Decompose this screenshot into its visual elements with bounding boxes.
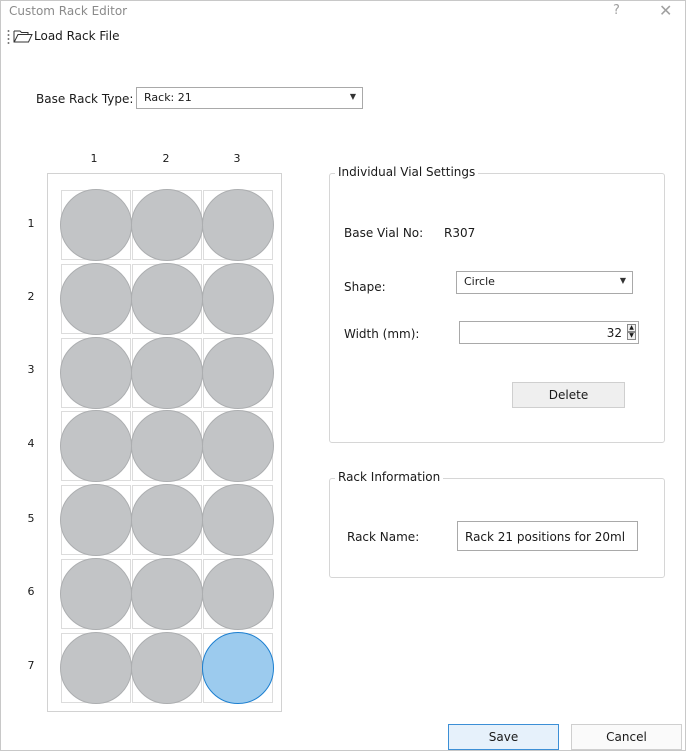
cancel-button[interactable]: Cancel bbox=[571, 724, 682, 750]
rack-name-label: Rack Name: bbox=[347, 530, 420, 544]
vial-position[interactable] bbox=[131, 262, 203, 335]
vial-position[interactable] bbox=[131, 410, 203, 483]
spin-up-icon[interactable]: ▲ bbox=[627, 324, 636, 332]
rack-information-title: Rack Information bbox=[335, 470, 444, 484]
row-header-5: 5 bbox=[27, 512, 35, 525]
save-button[interactable]: Save bbox=[448, 724, 559, 750]
rack-cell bbox=[131, 410, 203, 483]
folder-open-icon bbox=[13, 30, 33, 43]
spinner-arrows[interactable]: ▲ ▼ bbox=[627, 324, 636, 341]
vial-settings-title: Individual Vial Settings bbox=[335, 165, 479, 179]
vial-position[interactable] bbox=[202, 558, 274, 630]
row-header-7: 7 bbox=[27, 659, 35, 672]
title-bar[interactable]: Custom Rack Editor ? ✕ bbox=[1, 1, 685, 23]
close-icon[interactable]: ✕ bbox=[659, 1, 672, 20]
rack-grid bbox=[47, 173, 282, 712]
width-spinner[interactable]: 32 ▲ ▼ bbox=[459, 321, 639, 344]
base-vial-no-label: Base Vial No: bbox=[344, 226, 424, 240]
rack-cell bbox=[202, 189, 274, 261]
vial-position[interactable] bbox=[60, 189, 132, 261]
rack-cell bbox=[131, 336, 203, 409]
width-label: Width (mm): bbox=[344, 327, 420, 341]
base-rack-type-value: Rack: 21 bbox=[144, 91, 192, 104]
vial-position[interactable] bbox=[60, 262, 132, 335]
vial-position[interactable] bbox=[202, 631, 274, 704]
rack-cell bbox=[60, 631, 132, 704]
row-header-2: 2 bbox=[27, 290, 35, 303]
load-rack-file-button[interactable]: Load Rack File bbox=[13, 25, 119, 47]
rack-cell bbox=[202, 558, 274, 630]
vial-position[interactable] bbox=[60, 410, 132, 483]
vial-position[interactable] bbox=[202, 262, 274, 335]
rack-name-input[interactable]: Rack 21 positions for 20ml bbox=[457, 521, 638, 551]
width-value: 32 bbox=[606, 326, 622, 340]
base-rack-type-select[interactable]: Rack: 21 ▼ bbox=[136, 87, 363, 109]
shape-value: Circle bbox=[464, 275, 495, 288]
delete-button[interactable]: Delete bbox=[512, 382, 625, 408]
chevron-down-icon: ▼ bbox=[619, 276, 626, 285]
column-header-1: 1 bbox=[90, 152, 98, 165]
rack-cell bbox=[202, 484, 274, 557]
load-rack-file-label: Load Rack File bbox=[34, 29, 120, 43]
base-rack-type-label: Base Rack Type: bbox=[36, 92, 134, 106]
rack-editor-window: Custom Rack Editor ? ✕ Load Rack File Ba… bbox=[0, 0, 686, 751]
vial-position[interactable] bbox=[202, 189, 274, 261]
base-vial-no-value: R307 bbox=[444, 226, 476, 240]
shape-label: Shape: bbox=[344, 280, 386, 294]
spin-down-icon[interactable]: ▼ bbox=[627, 332, 636, 340]
rack-cell bbox=[60, 410, 132, 483]
rack-cell bbox=[202, 631, 274, 704]
vial-position[interactable] bbox=[131, 189, 203, 261]
row-header-1: 1 bbox=[27, 217, 35, 230]
rack-cell bbox=[60, 262, 132, 335]
window-title: Custom Rack Editor bbox=[9, 4, 128, 18]
row-header-3: 3 bbox=[27, 363, 35, 376]
toolbar: Load Rack File bbox=[5, 25, 305, 49]
vial-position[interactable] bbox=[60, 336, 132, 409]
rack-cell bbox=[202, 336, 274, 409]
vial-position[interactable] bbox=[60, 484, 132, 557]
rack-cell bbox=[202, 410, 274, 483]
vial-position[interactable] bbox=[131, 558, 203, 630]
rack-cell bbox=[202, 262, 274, 335]
vial-position[interactable] bbox=[131, 336, 203, 409]
rack-cell bbox=[60, 484, 132, 557]
row-header-6: 6 bbox=[27, 585, 35, 598]
vial-position[interactable] bbox=[60, 631, 132, 704]
rack-name-value: Rack 21 positions for 20ml bbox=[465, 530, 626, 544]
help-button[interactable]: ? bbox=[613, 3, 620, 18]
row-header-4: 4 bbox=[27, 437, 35, 450]
rack-cell bbox=[131, 631, 203, 704]
shape-select[interactable]: Circle ▼ bbox=[456, 271, 633, 294]
rack-cell bbox=[131, 262, 203, 335]
column-header-2: 2 bbox=[162, 152, 170, 165]
chevron-down-icon: ▼ bbox=[349, 92, 356, 101]
rack-cell bbox=[131, 558, 203, 630]
rack-cell bbox=[60, 558, 132, 630]
vial-position[interactable] bbox=[202, 484, 274, 557]
rack-cell bbox=[131, 189, 203, 261]
vial-position[interactable] bbox=[131, 631, 203, 704]
column-header-3: 3 bbox=[233, 152, 241, 165]
vial-position[interactable] bbox=[131, 484, 203, 557]
vial-position[interactable] bbox=[202, 410, 274, 483]
rack-cell bbox=[131, 484, 203, 557]
vial-position[interactable] bbox=[202, 336, 274, 409]
toolbar-grip-icon[interactable] bbox=[7, 29, 10, 45]
vial-position[interactable] bbox=[60, 558, 132, 630]
rack-cell bbox=[60, 336, 132, 409]
rack-cell bbox=[60, 189, 132, 261]
